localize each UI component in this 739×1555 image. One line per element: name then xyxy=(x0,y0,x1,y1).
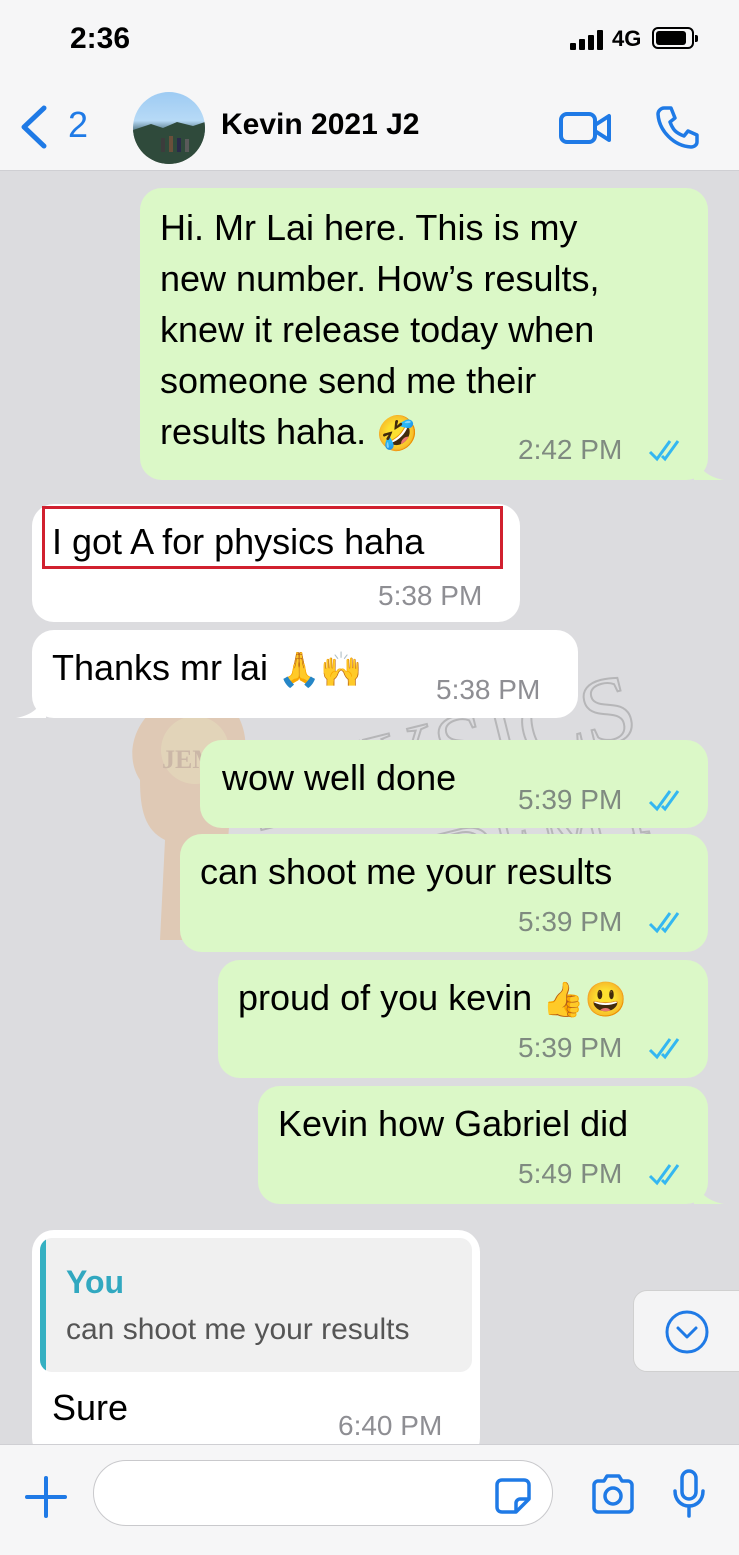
phone-call-icon[interactable] xyxy=(654,104,700,150)
sticker-icon[interactable] xyxy=(494,1477,532,1515)
back-unread-count[interactable]: 2 xyxy=(68,104,88,146)
back-chevron-icon[interactable] xyxy=(18,104,50,150)
bubble-tail xyxy=(16,694,46,718)
message-time: 2:42 PM xyxy=(518,434,623,465)
quote-accent-bar xyxy=(40,1238,46,1372)
quoted-author: You xyxy=(66,1264,125,1300)
camera-icon[interactable] xyxy=(590,1473,636,1515)
message-bubble-outgoing[interactable]: can shoot me your results 5:39 PM xyxy=(180,834,708,952)
message-time: 5:39 PM xyxy=(518,906,623,937)
message-time: 5:38 PM xyxy=(378,580,483,611)
pray-raised-hands-emoji: 🙏🙌 xyxy=(278,650,363,689)
scroll-to-bottom-button[interactable] xyxy=(633,1290,739,1372)
message-bubble-outgoing[interactable]: Kevin how Gabriel did 5:49 PM xyxy=(258,1086,724,1204)
signal-icon xyxy=(570,30,603,50)
chevron-down-icon xyxy=(665,1310,709,1354)
chat-header: 2:36 4G 2 Kevin 2021 J2 xyxy=(0,0,739,171)
message-input[interactable] xyxy=(93,1460,553,1526)
bubble-tail xyxy=(694,456,724,480)
contact-name[interactable]: Kevin 2021 J2 xyxy=(221,108,419,142)
read-receipt-icon xyxy=(648,912,680,934)
message-text: proud of you kevin 👍😃 xyxy=(238,972,627,1026)
message-text: Thanks mr lai 🙏🙌 xyxy=(52,642,363,696)
video-call-icon[interactable] xyxy=(558,108,612,148)
avatar[interactable] xyxy=(133,92,205,164)
message-text: wow well done xyxy=(222,757,457,798)
message-time: 5:38 PM xyxy=(436,674,541,705)
read-receipt-icon xyxy=(648,1164,680,1186)
network-type: 4G xyxy=(612,26,642,51)
thumbs-up-smile-emoji: 👍😃 xyxy=(542,980,627,1019)
read-receipt-icon xyxy=(648,440,680,462)
message-time: 5:39 PM xyxy=(518,1032,623,1063)
message-bubble-incoming[interactable]: Thanks mr lai 🙏🙌 5:38 PM xyxy=(16,630,578,718)
read-receipt-icon xyxy=(648,790,680,812)
message-time: 5:39 PM xyxy=(518,784,623,815)
status-time: 2:36 xyxy=(70,22,131,55)
microphone-icon[interactable] xyxy=(672,1469,706,1519)
message-bubble-outgoing[interactable]: Hi. Mr Lai here. This is my new number. … xyxy=(140,188,724,480)
plus-icon[interactable] xyxy=(24,1475,68,1519)
rofl-emoji: 🤣 xyxy=(376,414,419,453)
quoted-text: can shoot me your results xyxy=(66,1313,410,1346)
message-text: Hi. Mr Lai here. This is my new number. … xyxy=(160,202,700,460)
message-text: Kevin how Gabriel did xyxy=(278,1103,629,1144)
composer-bar xyxy=(0,1444,739,1555)
message-bubble-outgoing[interactable]: proud of you kevin 👍😃 5:39 PM xyxy=(218,960,708,1078)
highlight-box xyxy=(42,506,503,569)
battery-icon xyxy=(652,27,698,49)
read-receipt-icon xyxy=(648,1038,680,1060)
message-time: 6:40 PM xyxy=(338,1410,443,1441)
bubble-tail xyxy=(694,1180,724,1204)
message-time: 5:49 PM xyxy=(518,1158,623,1189)
message-text: Sure xyxy=(52,1387,129,1428)
message-text: can shoot me your results xyxy=(200,851,613,892)
quoted-message[interactable]: You can shoot me your results xyxy=(40,1238,472,1372)
message-bubble-outgoing[interactable]: wow well done 5:39 PM xyxy=(200,740,708,828)
